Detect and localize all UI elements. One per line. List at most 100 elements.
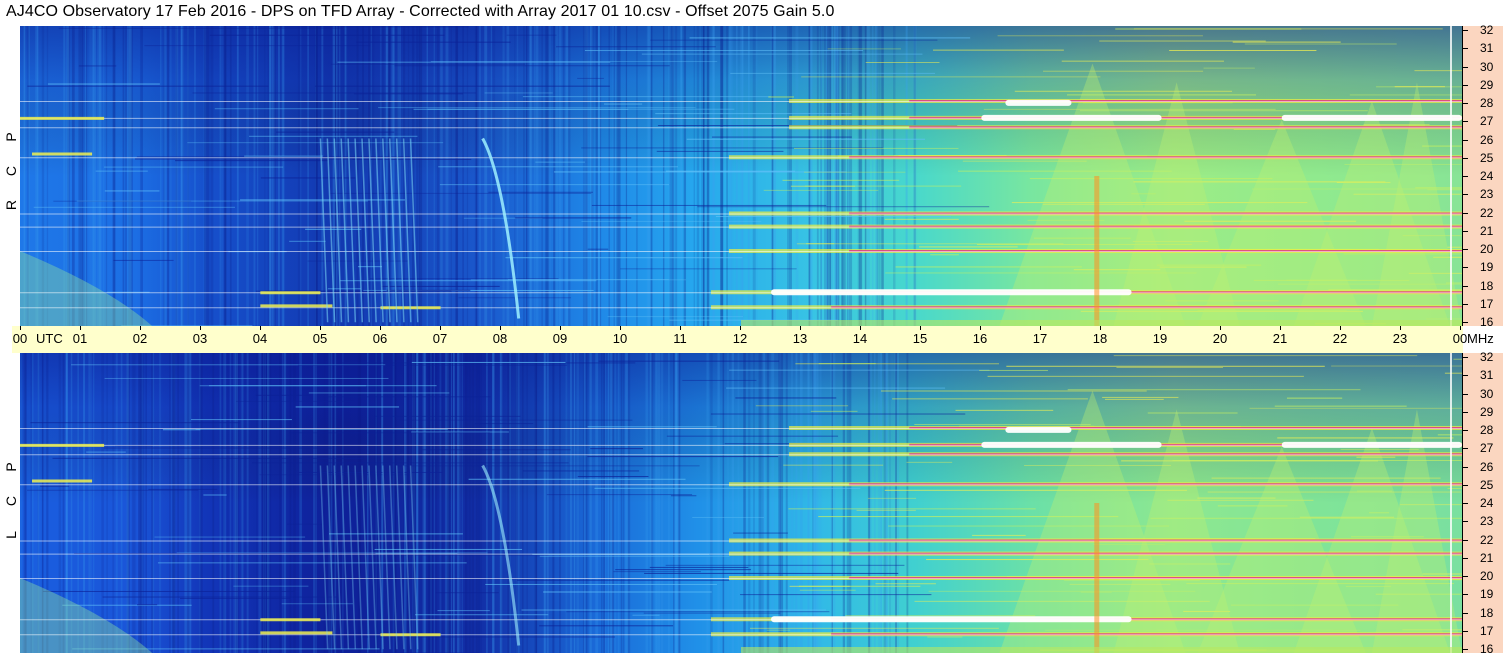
noise-streak <box>740 594 932 596</box>
time-striation <box>115 353 118 653</box>
time-tick-label: 15 <box>912 331 928 346</box>
noise-streak <box>670 495 697 497</box>
time-striation <box>871 26 874 326</box>
time-striation <box>471 353 475 653</box>
time-striation <box>313 353 316 653</box>
frequency-tick-mark <box>1462 612 1468 614</box>
time-striation <box>546 353 549 653</box>
noise-streak <box>522 96 771 98</box>
noise-streak <box>235 400 355 402</box>
noise-streak <box>604 103 643 105</box>
noise-streak <box>613 571 701 573</box>
frequency-tick-mark <box>1462 194 1468 196</box>
time-striation <box>229 26 232 326</box>
noise-streak <box>1133 28 1443 30</box>
time-striation <box>267 26 270 326</box>
time-striation <box>88 353 90 653</box>
time-striation <box>299 353 302 653</box>
noise-streak <box>798 585 921 587</box>
time-tick-mark <box>1460 326 1461 330</box>
noise-streak <box>102 596 340 598</box>
time-striation <box>475 353 478 653</box>
time-striation <box>93 353 95 653</box>
frequency-tick-label: 21 <box>1480 550 1494 565</box>
time-striation <box>439 353 442 653</box>
noise-streak <box>591 204 827 206</box>
noise-streak <box>521 609 826 611</box>
time-striation <box>235 353 238 653</box>
time-striation <box>441 353 444 653</box>
saturated-emission <box>1281 441 1462 448</box>
time-striation <box>895 353 897 653</box>
time-striation <box>97 26 100 326</box>
saturated-emission <box>981 114 1162 121</box>
time-striation <box>126 353 128 653</box>
frequency-tick-mark <box>1462 48 1468 50</box>
short-streak <box>260 291 321 295</box>
noise-streak <box>485 583 718 585</box>
time-tick-mark <box>1340 326 1341 330</box>
time-striation <box>223 353 227 653</box>
time-tick-label: 19 <box>1152 331 1168 346</box>
time-striation <box>486 353 488 653</box>
noise-streak <box>643 612 781 614</box>
time-striation <box>297 26 300 326</box>
frequency-tick-mark <box>1462 303 1468 305</box>
time-striation <box>273 26 276 326</box>
time-tick-label: 03 <box>192 331 208 346</box>
time-tick-mark <box>500 326 501 330</box>
noise-streak <box>305 228 362 230</box>
time-striation <box>257 26 259 326</box>
time-striation <box>141 353 144 653</box>
noise-streak <box>1042 70 1204 72</box>
rfi-line <box>20 226 1462 228</box>
time-striation <box>316 26 318 326</box>
frequency-tick-mark <box>1462 30 1468 31</box>
noise-streak <box>289 432 490 434</box>
time-striation <box>816 26 819 326</box>
time-striation <box>469 353 471 653</box>
time-striation <box>607 353 611 653</box>
time-striation <box>91 26 94 326</box>
noise-streak <box>1394 86 1445 88</box>
noise-streak <box>314 85 610 87</box>
time-striation <box>843 26 846 326</box>
noise-streak <box>209 34 445 36</box>
noise-streak <box>783 464 884 466</box>
noise-streak <box>818 363 876 365</box>
frequency-tick-mark <box>1462 503 1468 504</box>
time-striation <box>897 353 900 653</box>
noise-streak <box>484 92 553 94</box>
rfi-line <box>20 634 1462 636</box>
lcp-spectrogram <box>20 353 1462 653</box>
frequency-tick-label: 17 <box>1480 296 1494 311</box>
frequency-tick-label: 29 <box>1480 404 1494 419</box>
noise-streak <box>78 65 117 67</box>
noise-streak <box>1447 487 1462 489</box>
noise-streak <box>458 297 572 299</box>
time-tick-label: 13 <box>792 331 808 346</box>
time-striation <box>712 26 715 326</box>
time-striation <box>103 26 105 326</box>
frequency-tick-mark <box>1462 411 1468 413</box>
noise-streak <box>892 398 1088 400</box>
noise-streak <box>411 361 566 363</box>
time-striation <box>600 26 602 326</box>
time-striation <box>413 353 415 653</box>
noise-streak <box>203 494 227 496</box>
edge-line <box>1450 353 1452 653</box>
time-tick-mark <box>140 326 141 330</box>
lcp-label: P C L <box>3 450 19 552</box>
noise-streak <box>195 428 448 430</box>
time-striation <box>240 353 244 653</box>
time-striation <box>187 26 189 326</box>
frequency-tick-mark <box>1462 539 1468 541</box>
noise-streak <box>1102 396 1179 398</box>
time-striation <box>559 353 561 653</box>
time-striation <box>773 26 776 326</box>
rfi-line <box>20 553 1462 555</box>
time-striation <box>279 353 282 653</box>
time-tick-mark <box>560 326 561 330</box>
noise-streak <box>799 589 856 591</box>
noise-streak <box>356 636 616 638</box>
